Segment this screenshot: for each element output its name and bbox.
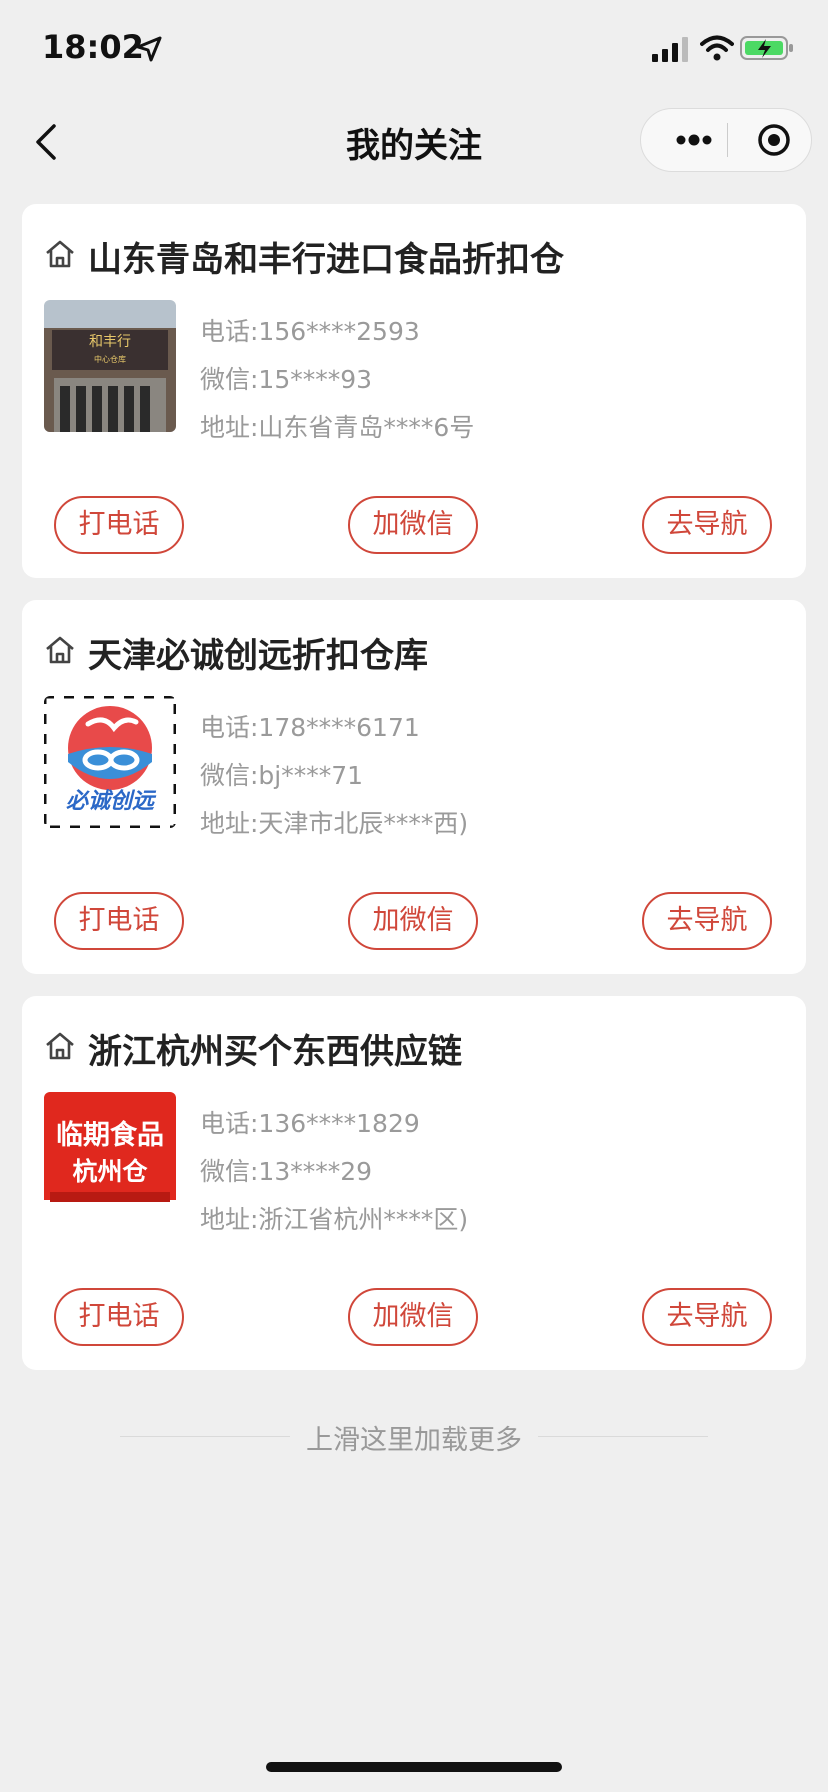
store-title-row: 天津必诚创远折扣仓库 — [44, 628, 784, 676]
navigate-button[interactable]: 去导航 — [642, 1288, 772, 1346]
store-address: 地址:山东省青岛****6号 — [200, 413, 475, 442]
store-wechat: 微信:bj****71 — [200, 761, 364, 790]
divider-right — [538, 1436, 708, 1437]
store-home-icon — [46, 240, 74, 268]
store-logo: 临期食品 杭州仓 — [44, 1092, 176, 1224]
store-address: 地址:天津市北辰****西) — [200, 809, 469, 838]
store-card: 浙江杭州买个东西供应链 临期食品 杭州仓 电话:136****1829 微信:1… — [22, 996, 806, 1370]
store-title-row: 山东青岛和丰行进口食品折扣仓 — [44, 232, 784, 280]
store-phone: 电话:156****2593 — [200, 317, 420, 346]
load-more-hint: 上滑这里加载更多 — [0, 1414, 828, 1460]
store-info: 电话:178****6171 微信:bj****71 地址:天津市北辰****西… — [200, 704, 468, 848]
navigation-bar: 我的关注 — [0, 100, 828, 184]
load-more-text: 上滑这里加载更多 — [306, 1425, 522, 1456]
call-button[interactable]: 打电话 — [54, 496, 184, 554]
store-logo-subtext: 杭州仓 — [72, 1157, 148, 1186]
capsule-divider — [727, 123, 728, 157]
cellular-signal-icon — [652, 37, 688, 62]
store-title-row: 浙江杭州买个东西供应链 — [44, 1024, 784, 1072]
call-button[interactable]: 打电话 — [54, 1288, 184, 1346]
add-wechat-button[interactable]: 加微信 — [348, 892, 478, 950]
close-target-icon[interactable] — [743, 109, 805, 171]
store-card: 山东青岛和丰行进口食品折扣仓 和丰行 中心仓库 电话:156****2593 微… — [22, 204, 806, 578]
store-info: 电话:156****2593 微信:15****93 地址:山东省青岛****6… — [200, 308, 474, 452]
store-logo-text: 临期食品 — [56, 1119, 164, 1151]
store-wechat: 微信:15****93 — [200, 365, 373, 394]
status-bar: 18:02 — [0, 0, 828, 100]
store-sign-text: 和丰行 — [89, 334, 131, 350]
navigate-button[interactable]: 去导航 — [642, 496, 772, 554]
store-name: 山东青岛和丰行进口食品折扣仓 — [88, 240, 564, 280]
store-logo: 必诚创远 — [44, 696, 176, 828]
add-wechat-button[interactable]: 加微信 — [348, 496, 478, 554]
store-phone: 电话:178****6171 — [200, 713, 420, 742]
home-indicator[interactable] — [266, 1762, 562, 1772]
status-time: 18:02 — [42, 28, 144, 66]
location-arrow-icon — [136, 36, 162, 62]
store-home-icon — [46, 1032, 74, 1060]
store-card: 天津必诚创远折扣仓库 必诚创远 电话:178****6171 微信:bj****… — [22, 600, 806, 974]
mini-program-capsule — [640, 108, 812, 172]
store-address: 地址:浙江省杭州****区) — [200, 1205, 469, 1234]
followed-store-list: 山东青岛和丰行进口食品折扣仓 和丰行 中心仓库 电话:156****2593 微… — [22, 204, 806, 1392]
store-sign-subtext: 中心仓库 — [94, 354, 126, 364]
call-button[interactable]: 打电话 — [54, 892, 184, 950]
add-wechat-button[interactable]: 加微信 — [348, 1288, 478, 1346]
store-home-icon — [46, 636, 74, 664]
store-phone: 电话:136****1829 — [200, 1109, 420, 1138]
more-dots-icon[interactable] — [663, 109, 725, 171]
store-logo-text: 必诚创远 — [66, 789, 157, 814]
store-name: 浙江杭州买个东西供应链 — [88, 1032, 462, 1072]
battery-charging-icon — [740, 36, 793, 60]
store-wechat: 微信:13****29 — [200, 1157, 373, 1186]
store-name: 天津必诚创远折扣仓库 — [88, 636, 428, 676]
store-photo: 和丰行 中心仓库 — [44, 300, 176, 432]
store-info: 电话:136****1829 微信:13****29 地址:浙江省杭州****区… — [200, 1100, 468, 1244]
wifi-icon — [700, 35, 734, 61]
navigate-button[interactable]: 去导航 — [642, 892, 772, 950]
